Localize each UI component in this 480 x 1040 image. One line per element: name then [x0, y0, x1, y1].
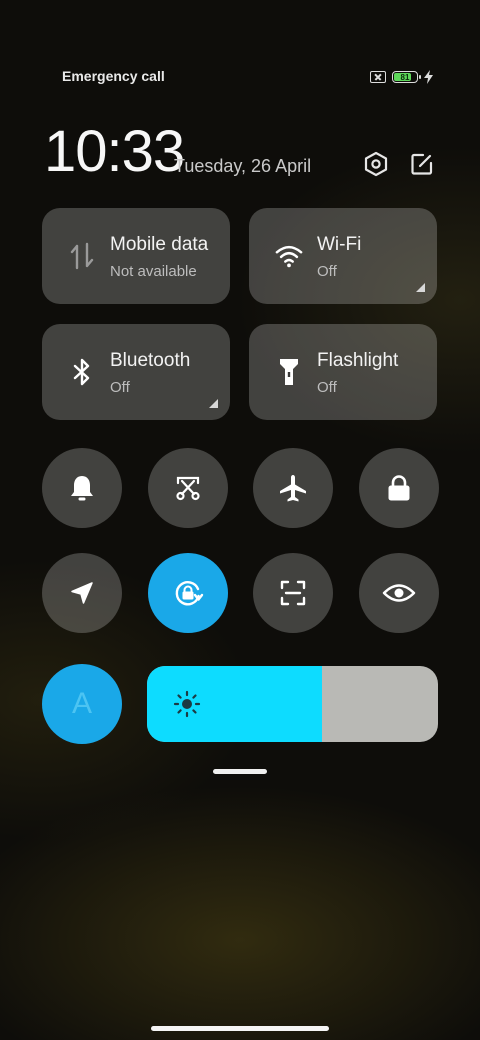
toggle-screenshot[interactable]: [148, 448, 228, 528]
toggle-rotation-lock[interactable]: [148, 553, 228, 633]
tile-subtitle: Off: [317, 263, 337, 280]
battery-percent: 81: [400, 72, 410, 82]
tile-subtitle: Off: [110, 379, 130, 396]
mobile-data-icon: [68, 242, 96, 270]
edit-icon[interactable]: [408, 150, 436, 178]
toggle-location[interactable]: [42, 553, 122, 633]
toggle-lock-screen[interactable]: [359, 448, 439, 528]
home-indicator[interactable]: [151, 1026, 329, 1031]
panel-drag-handle[interactable]: [213, 769, 267, 774]
bluetooth-icon: [68, 358, 96, 386]
tile-title: Flashlight: [317, 350, 399, 371]
tile-wifi[interactable]: Wi-Fi Off: [249, 208, 437, 304]
tile-title: Mobile data: [110, 234, 209, 255]
lock-icon: [388, 475, 410, 501]
date-label: Tuesday, 26 April: [174, 156, 312, 176]
auto-brightness-label: A: [71, 687, 92, 720]
bell-icon: [71, 476, 93, 501]
rotation-lock-icon: [175, 581, 204, 606]
tile-title: Bluetooth: [110, 350, 191, 371]
battery-icon: 81: [392, 71, 421, 83]
tile-subtitle: Not available: [110, 263, 197, 280]
charging-bolt-icon: [424, 70, 433, 84]
brightness-slider[interactable]: [147, 666, 438, 742]
toggle-airplane[interactable]: [253, 448, 333, 528]
no-sim-icon: [370, 71, 386, 83]
sun-icon: [173, 690, 201, 718]
location-icon: [71, 582, 93, 604]
toggle-auto-brightness[interactable]: A: [42, 664, 122, 744]
tile-subtitle: Off: [317, 379, 337, 396]
scan-icon: [280, 580, 306, 606]
airplane-icon: [280, 475, 306, 502]
toggle-reading-mode[interactable]: [359, 553, 439, 633]
tile-title: Wi-Fi: [317, 234, 362, 255]
tile-flashlight[interactable]: Flashlight Off: [249, 324, 437, 420]
clock: 10:33: [44, 119, 185, 184]
screenshot-scissors-icon: [176, 476, 200, 501]
toggle-scanner[interactable]: [253, 553, 333, 633]
toggle-sound[interactable]: [42, 448, 122, 528]
flashlight-icon: [275, 358, 303, 386]
wifi-icon: [275, 242, 303, 270]
tile-mobile-data[interactable]: Mobile data Not available: [42, 208, 230, 304]
expand-corner-icon[interactable]: [416, 283, 425, 292]
status-icons: 81: [370, 68, 433, 86]
settings-hexagon-icon[interactable]: [362, 150, 390, 178]
eye-icon: [382, 584, 416, 602]
expand-corner-icon[interactable]: [209, 399, 218, 408]
emergency-call-text: Emergency call: [62, 68, 165, 84]
tile-bluetooth[interactable]: Bluetooth Off: [42, 324, 230, 420]
